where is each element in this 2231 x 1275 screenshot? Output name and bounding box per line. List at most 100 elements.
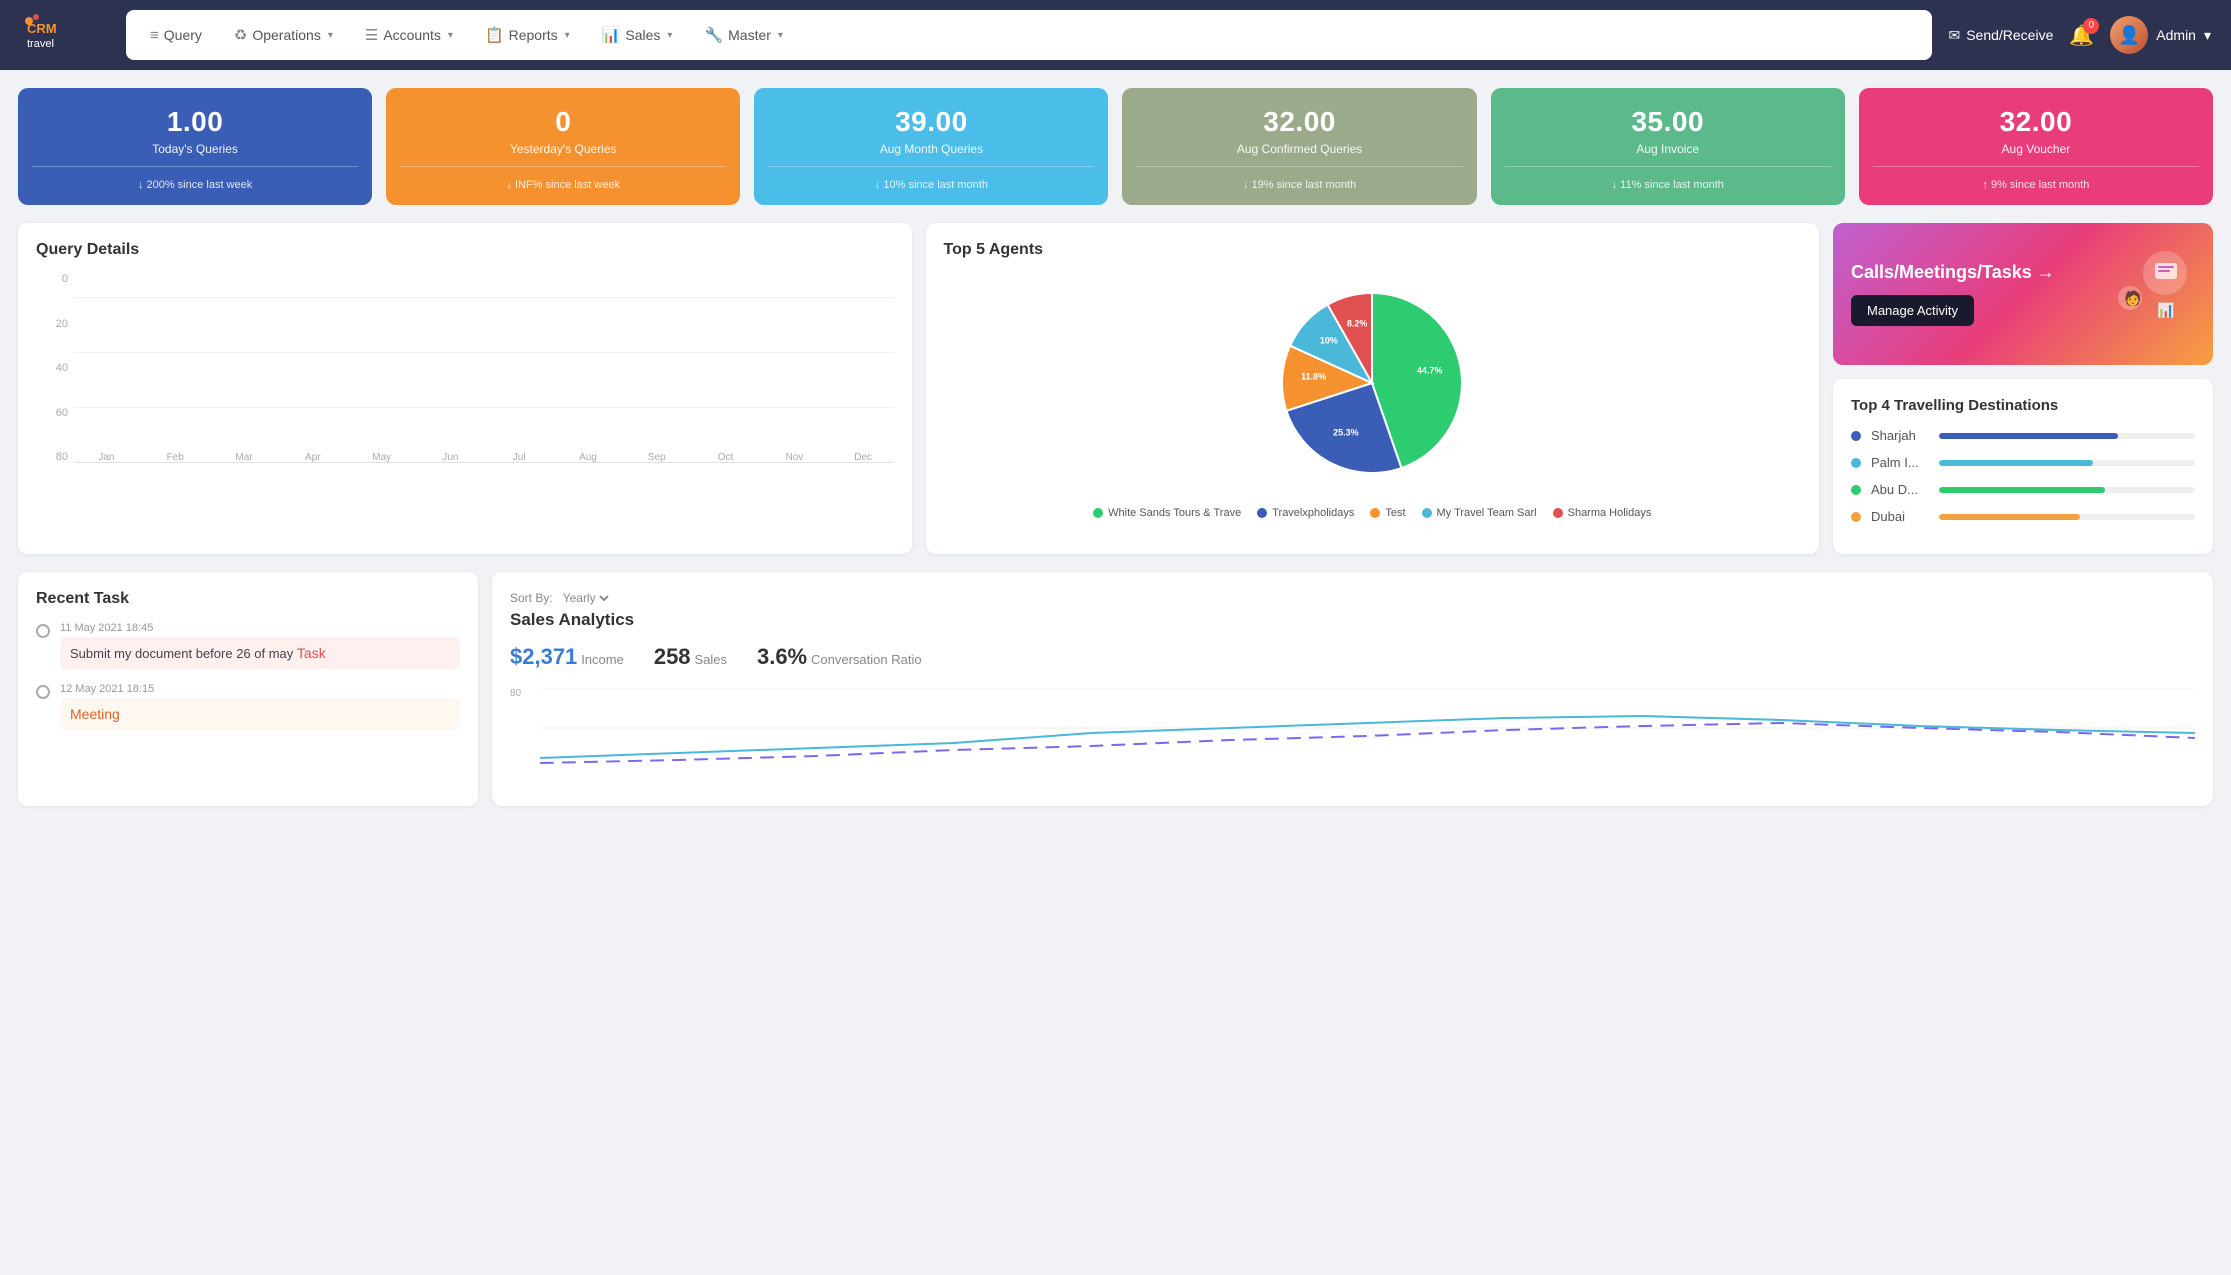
- reports-icon: 📋: [485, 26, 504, 44]
- nav-master[interactable]: 🔧 Master ▾: [690, 20, 797, 50]
- stat-divider: [1505, 166, 1831, 167]
- notifications-bell[interactable]: 🔔 0: [2069, 23, 2094, 48]
- chevron-down-icon: ▾: [778, 30, 783, 41]
- calls-text: Calls/Meetings/Tasks → Manage Activity: [1851, 262, 2055, 326]
- legend-label: White Sands Tours & Trave: [1108, 507, 1241, 519]
- stat-card-aug-confirmed: 32.00 Aug Confirmed Queries ↓ 19% since …: [1122, 88, 1476, 205]
- manage-activity-button[interactable]: Manage Activity: [1851, 295, 1974, 326]
- destinations-list: Sharjah Palm I... Abu D... Dubai: [1851, 428, 2195, 524]
- svg-text:travel: travel: [27, 38, 54, 50]
- bars-container: JanFebMarAprMayJunJulAugSepOctNovDec: [76, 273, 894, 463]
- stat-label: Yesterday's Queries: [510, 142, 617, 156]
- destination-bar-fill: [1939, 433, 2118, 439]
- stat-card-aug-voucher: 32.00 Aug Voucher ↑ 9% since last month: [1859, 88, 2213, 205]
- lower-grid: Query Details 80 60 40 20 0 JanFebMarApr…: [18, 223, 2213, 554]
- destination-bar-fill: [1939, 514, 2080, 520]
- chart-title: Query Details: [36, 241, 894, 259]
- nav-master-label: Master: [728, 27, 771, 43]
- legend-label: My Travel Team Sarl: [1437, 507, 1537, 519]
- conv-value: 3.6%: [757, 644, 807, 669]
- bar-col: Mar: [214, 444, 275, 463]
- chevron-down-icon: ▾: [2204, 27, 2211, 44]
- stat-card-today-queries: 1.00 Today's Queries ↓ 200% since last w…: [18, 88, 372, 205]
- sort-bar: Sort By: Yearly: [510, 590, 2195, 606]
- send-receive-button[interactable]: ✉ Send/Receive: [1948, 27, 2053, 44]
- y-axis: 80 60 40 20 0: [36, 273, 74, 463]
- sort-label: Sort By:: [510, 591, 553, 605]
- calls-illustration: 🧑 📊: [2105, 243, 2195, 345]
- bar-col: May: [351, 444, 412, 463]
- stat-label: Aug Invoice: [1636, 142, 1699, 156]
- sort-select[interactable]: Yearly: [559, 590, 612, 606]
- stat-change: ↓ 19% since last month: [1243, 179, 1356, 191]
- header-right: ✉ Send/Receive 🔔 0 👤 Admin ▾: [1948, 16, 2211, 54]
- destination-bar-fill: [1939, 460, 2093, 466]
- agents-title: Top 5 Agents: [944, 241, 1802, 259]
- task-meeting: Meeting: [60, 698, 460, 730]
- meeting-link[interactable]: Meeting: [70, 706, 120, 722]
- right-column: Calls/Meetings/Tasks → Manage Activity 🧑…: [1833, 223, 2213, 554]
- master-icon: 🔧: [704, 26, 723, 44]
- legend-item: Test: [1370, 507, 1405, 519]
- query-icon: ≡: [150, 27, 159, 44]
- legend-item: Sharma Holidays: [1553, 507, 1652, 519]
- nav-operations-label: Operations: [252, 27, 320, 43]
- stat-label: Aug Month Queries: [880, 142, 983, 156]
- pie-chart-svg: 44.7%25.3%11.8%10%8.2%: [1222, 273, 1522, 493]
- svg-text:🧑: 🧑: [2124, 289, 2141, 307]
- grid-line: [74, 407, 894, 408]
- legend-dot: [1257, 508, 1267, 518]
- query-details-card: Query Details 80 60 40 20 0 JanFebMarApr…: [18, 223, 912, 554]
- destination-dot: [1851, 512, 1861, 522]
- legend-dot: [1553, 508, 1563, 518]
- baseline: [74, 462, 894, 463]
- legend-dot: [1422, 508, 1432, 518]
- sales-value: 258: [654, 644, 691, 669]
- task-radio[interactable]: [36, 685, 50, 699]
- main-content: 1.00 Today's Queries ↓ 200% since last w…: [0, 70, 2231, 824]
- destination-name: Palm I...: [1871, 455, 1929, 470]
- pie-legend: White Sands Tours & TraveTravelxpholiday…: [1093, 507, 1651, 519]
- bar-col: Dec: [833, 444, 894, 463]
- task-item: 11 May 2021 18:45 Submit my document bef…: [36, 622, 460, 669]
- nav-reports-label: Reports: [509, 27, 558, 43]
- pie-chart-area: 44.7%25.3%11.8%10%8.2% White Sands Tours…: [944, 273, 1802, 519]
- stat-card-aug-invoice: 35.00 Aug Invoice ↓ 11% since last month: [1491, 88, 1845, 205]
- destination-item: Dubai: [1851, 509, 2195, 524]
- app-header: CRM travel ≡ Query ♻ Operations ▾ ☰ Acco…: [0, 0, 2231, 70]
- stat-divider: [1136, 166, 1462, 167]
- sales-chart-area: 80: [510, 688, 2195, 788]
- destination-name: Dubai: [1871, 509, 1929, 524]
- crm-logo: CRM travel: [20, 11, 68, 59]
- stat-value: 32.00: [1263, 106, 1336, 138]
- nav-reports[interactable]: 📋 Reports ▾: [471, 20, 584, 50]
- nav-accounts[interactable]: ☰ Accounts ▾: [351, 20, 467, 50]
- income-label: Income: [581, 652, 624, 667]
- sales-analytics-card: Sort By: Yearly Sales Analytics $2,371 I…: [492, 572, 2213, 806]
- grid-line: [74, 297, 894, 298]
- bar-col: Apr: [282, 444, 343, 463]
- task-link[interactable]: Task: [297, 645, 326, 661]
- calls-title: Calls/Meetings/Tasks →: [1851, 262, 2055, 283]
- task-radio[interactable]: [36, 624, 50, 638]
- nav-operations[interactable]: ♻ Operations ▾: [220, 20, 347, 50]
- avatar: 👤: [2110, 16, 2148, 54]
- nav-sales-label: Sales: [625, 27, 660, 43]
- bar-col: Jan: [76, 444, 137, 463]
- destination-dot: [1851, 485, 1861, 495]
- chevron-down-icon: ▾: [565, 30, 570, 41]
- stat-card-yesterday-queries: 0 Yesterday's Queries ↓ INF% since last …: [386, 88, 740, 205]
- destination-bar-bg: [1939, 514, 2195, 520]
- user-menu[interactable]: 👤 Admin ▾: [2110, 16, 2211, 54]
- sales-label: Sales: [694, 652, 727, 667]
- pie-label: 44.7%: [1417, 365, 1443, 375]
- nav-sales[interactable]: 📊 Sales ▾: [588, 20, 687, 50]
- nav-query[interactable]: ≡ Query: [136, 21, 216, 50]
- stat-value: 39.00: [895, 106, 968, 138]
- logo-area: CRM travel: [20, 11, 110, 59]
- sales-metric: 258 Sales: [654, 644, 727, 670]
- destination-item: Sharjah: [1851, 428, 2195, 443]
- stat-card-aug-month: 39.00 Aug Month Queries ↓ 10% since last…: [754, 88, 1108, 205]
- stat-divider: [400, 166, 726, 167]
- destination-bar-bg: [1939, 460, 2195, 466]
